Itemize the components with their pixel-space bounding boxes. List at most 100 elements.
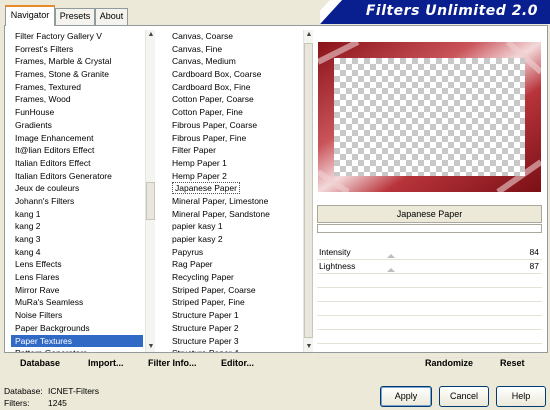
list-item-label: Hemp Paper 2 xyxy=(172,170,227,181)
list-item[interactable]: Canvas, Fine xyxy=(168,43,302,56)
slider-marker-icon[interactable] xyxy=(387,254,395,258)
list-item[interactable]: Frames, Marble & Crystal xyxy=(11,55,143,68)
database-value: ICNET-Filters xyxy=(48,386,99,396)
list-item-label: Italian Editors Effect xyxy=(15,157,91,168)
list-item-label: kang 2 xyxy=(15,221,41,232)
preview-transparent-area xyxy=(334,58,525,176)
list-item-label: Noise Filters xyxy=(15,310,63,321)
list-item[interactable]: Cardboard Box, Coarse xyxy=(168,68,302,81)
list-item[interactable]: It@lian Editors Effect xyxy=(11,144,143,157)
list-item[interactable]: Filter Factory Gallery V xyxy=(11,30,143,43)
list-item-label: kang 4 xyxy=(15,246,41,257)
list-item-label: Canvas, Medium xyxy=(172,56,236,67)
list-item-label: Cardboard Box, Fine xyxy=(172,81,251,92)
list-item[interactable]: Fibrous Paper, Coarse xyxy=(168,119,302,132)
param-empty-row xyxy=(317,316,542,330)
list-item[interactable]: Paper Textures xyxy=(11,334,143,348)
list-item[interactable]: Mineral Paper, Limestone xyxy=(168,195,302,208)
param-intensity[interactable]: Intensity 84 xyxy=(317,246,542,260)
cancel-button[interactable]: Cancel xyxy=(439,386,489,407)
filter-list[interactable]: Canvas, Coarse Canvas, Fine Canvas, Medium… xyxy=(168,30,302,352)
list-item[interactable]: kang 2 xyxy=(11,220,143,233)
param-empty-row xyxy=(317,274,542,288)
list-item[interactable]: Hemp Paper 2 xyxy=(168,170,302,183)
scroll-up-icon[interactable]: ▲ xyxy=(146,30,156,40)
list-item-label: Canvas, Coarse xyxy=(172,31,233,41)
list-item[interactable]: Pattern Generators xyxy=(11,347,143,352)
reset-button[interactable]: Reset xyxy=(500,358,525,368)
list-item[interactable]: Forrest's Filters xyxy=(11,43,143,56)
list-item[interactable]: FunHouse xyxy=(11,106,143,119)
list-item[interactable]: Lens Flares xyxy=(11,271,143,284)
apply-button[interactable]: Apply xyxy=(380,386,432,407)
banner-title: Filters Unlimited 2.0 xyxy=(365,3,538,19)
list-item[interactable]: Rag Paper xyxy=(168,258,302,271)
list-item[interactable]: papier kasy 1 xyxy=(168,220,302,233)
list-item-label: It@lian Editors Effect xyxy=(15,145,95,156)
list-item[interactable]: Striped Paper, Fine xyxy=(168,296,302,309)
list-item-label: Mineral Paper, Sandstone xyxy=(172,208,270,219)
list-item[interactable]: Mineral Paper, Sandstone xyxy=(168,208,302,221)
list-item[interactable]: Noise Filters xyxy=(11,309,143,322)
list-item[interactable]: kang 3 xyxy=(11,233,143,246)
list-item-label: Structure Paper 2 xyxy=(172,322,239,333)
list-item[interactable]: kang 1 xyxy=(11,208,143,221)
scroll-down-icon[interactable]: ▼ xyxy=(304,342,314,352)
list-item-label: FunHouse xyxy=(15,107,55,118)
help-button[interactable]: Help xyxy=(496,386,546,407)
list-item[interactable]: Canvas, Medium xyxy=(168,55,302,68)
category-scrollbar[interactable]: ▲ ▼ xyxy=(145,30,155,352)
slider-marker-icon[interactable] xyxy=(387,268,395,272)
list-item[interactable]: Recycling Paper xyxy=(168,271,302,284)
list-item[interactable]: Structure Paper 1 xyxy=(168,309,302,322)
list-item[interactable]: kang 4 xyxy=(11,246,143,259)
list-item[interactable]: Frames, Textured xyxy=(11,81,143,94)
list-item[interactable]: Striped Paper, Coarse xyxy=(168,284,302,297)
list-item[interactable]: Mirror Rave xyxy=(11,284,143,297)
list-item[interactable]: Cardboard Box, Fine xyxy=(168,81,302,94)
list-item[interactable]: Structure Paper 2 xyxy=(168,322,302,335)
list-item-label: Lens Flares xyxy=(15,272,60,283)
list-item[interactable]: Italian Editors Generatore xyxy=(11,170,143,183)
list-item[interactable]: papier kasy 2 xyxy=(168,233,302,246)
list-item[interactable]: Jeux de couleurs xyxy=(11,182,143,195)
param-lightness[interactable]: Lightness 87 xyxy=(317,260,542,274)
list-item[interactable]: Gradients xyxy=(11,119,143,132)
list-item[interactable]: Papyrus xyxy=(168,246,302,259)
scroll-thumb[interactable] xyxy=(146,182,155,220)
list-item[interactable]: Canvas, Coarse xyxy=(168,30,302,43)
list-item[interactable]: Italian Editors Effect xyxy=(11,157,143,170)
list-item[interactable]: Cotton Paper, Fine xyxy=(168,106,302,119)
scroll-down-icon[interactable]: ▼ xyxy=(146,342,156,352)
category-list[interactable]: Filter Factory Gallery V Forrest's Filter… xyxy=(11,30,143,352)
list-item[interactable]: Johann's Filters xyxy=(11,195,143,208)
scroll-up-icon[interactable]: ▲ xyxy=(304,30,314,40)
list-item[interactable]: Image Enhancement xyxy=(11,132,143,145)
list-item[interactable]: Cotton Paper, Coarse xyxy=(168,93,302,106)
list-item[interactable]: Hemp Paper 1 xyxy=(168,157,302,170)
list-item[interactable]: Paper Backgrounds xyxy=(11,322,143,335)
param-value: 84 xyxy=(529,247,539,257)
list-item[interactable]: Japanese Paper xyxy=(168,182,302,195)
import-button[interactable]: Import... xyxy=(88,358,124,368)
list-item-label: Rag Paper xyxy=(172,259,213,270)
randomize-button[interactable]: Randomize xyxy=(425,358,473,368)
editor-button[interactable]: Editor... xyxy=(221,358,254,368)
list-item[interactable]: MuRa's Seamless xyxy=(11,296,143,309)
tab-about[interactable]: About xyxy=(95,8,128,25)
database-button[interactable]: Database xyxy=(20,358,60,368)
scroll-thumb[interactable] xyxy=(304,43,313,338)
filter-info-button[interactable]: Filter Info... xyxy=(148,358,197,368)
list-item[interactable]: Frames, Stone & Granite xyxy=(11,68,143,81)
list-item[interactable]: Structure Paper 3 xyxy=(168,335,302,348)
list-item[interactable]: Fibrous Paper, Fine xyxy=(168,132,302,145)
list-item[interactable]: Filter Paper xyxy=(168,144,302,157)
filter-scrollbar[interactable]: ▲ ▼ xyxy=(303,30,313,352)
list-item[interactable]: Structure Paper 4 xyxy=(168,347,302,352)
list-item-label: Japanese Paper xyxy=(172,182,240,195)
tab-presets[interactable]: Presets xyxy=(55,8,95,25)
list-item-label: Johann's Filters xyxy=(15,195,75,206)
list-item[interactable]: Lens Effects xyxy=(11,258,143,271)
tab-navigator[interactable]: Navigator xyxy=(5,5,55,26)
list-item[interactable]: Frames, Wood xyxy=(11,93,143,106)
